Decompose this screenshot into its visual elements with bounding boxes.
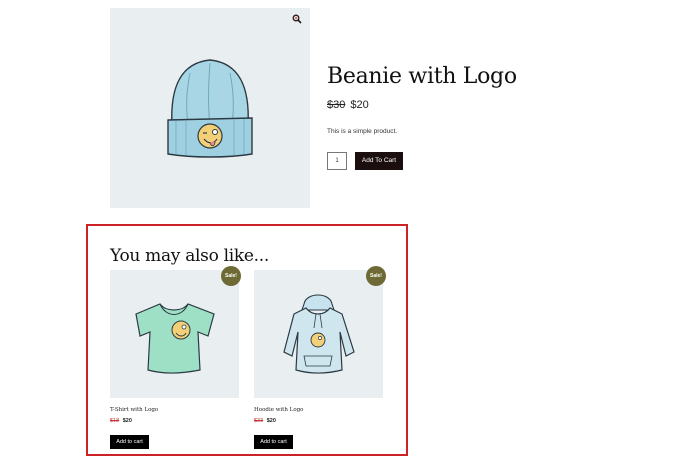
related-product-image[interactable]: [254, 270, 383, 398]
quantity-input[interactable]: 1: [327, 152, 347, 170]
product-short-description: This is a simple product.: [327, 128, 398, 135]
related-product-new-price: $20: [122, 418, 132, 424]
hoodie-icon: [283, 294, 355, 374]
product-price: $30 $20: [327, 99, 369, 111]
beanie-icon: [167, 59, 253, 158]
related-product-price: $18 $20: [110, 418, 132, 424]
tshirt-icon: [135, 303, 215, 374]
product-new-price: $20: [350, 99, 369, 111]
related-product-new-price: $20: [266, 418, 276, 424]
product-old-price: $30: [327, 99, 346, 111]
add-to-cart-button[interactable]: Add To Cart: [355, 152, 403, 170]
related-product-name[interactable]: Hoodie with Logo: [254, 407, 303, 413]
sale-badge: Sale!: [366, 266, 386, 286]
related-product-image[interactable]: [110, 270, 239, 398]
add-to-cart-button[interactable]: Add to cart: [110, 435, 149, 449]
related-products-heading: You may also like...: [110, 246, 269, 266]
sale-badge: Sale!: [221, 266, 241, 286]
add-to-cart-button[interactable]: Add to cart: [254, 435, 293, 449]
related-product-old-price: $18: [110, 418, 120, 424]
related-product-name[interactable]: T-Shirt with Logo: [110, 407, 158, 413]
product-title: Beanie with Logo: [327, 64, 517, 89]
product-main-image[interactable]: [110, 8, 310, 208]
related-product-price: $33 $20: [254, 418, 276, 424]
related-product-old-price: $33: [254, 418, 264, 424]
